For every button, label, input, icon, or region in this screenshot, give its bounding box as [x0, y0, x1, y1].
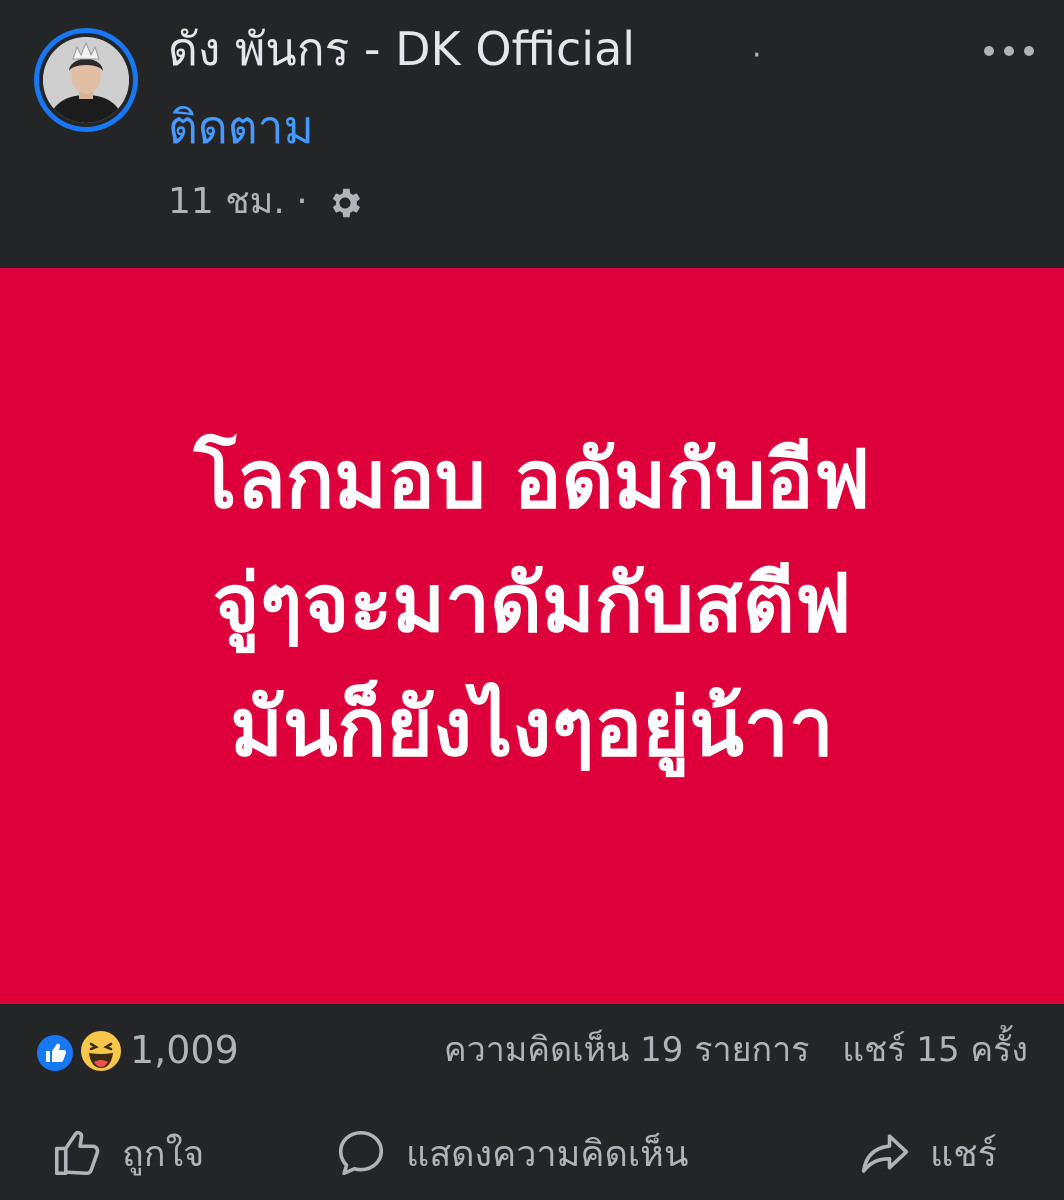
- comment-label: แสดงความคิดเห็น: [406, 1133, 689, 1175]
- more-options-icon[interactable]: [982, 38, 1036, 64]
- like-reaction-icon[interactable]: [34, 1032, 76, 1074]
- comment-count[interactable]: ความคิดเห็น 19 รายการ: [444, 1030, 810, 1070]
- share-label: แชร์: [930, 1133, 997, 1175]
- share-count[interactable]: แชร์ 15 ครั้ง: [842, 1030, 1028, 1070]
- post-image[interactable]: โลกมอบ อดัมกับอีฟ จู่ๆจะมาดัมกับสตีฟ มัน…: [0, 268, 1064, 1004]
- page-name[interactable]: ดัง พันกร - DK Official: [168, 22, 635, 77]
- post-header: ดัง พันกร - DK Official · ติดตาม 11 ชม. …: [0, 0, 1064, 268]
- profile-photo: [43, 37, 129, 123]
- image-text: โลกมอบ อดัมกับอีฟ จู่ๆจะมาดัมกับสตีฟ มัน…: [0, 418, 1064, 790]
- like-label: ถูกใจ: [122, 1133, 205, 1175]
- like-button[interactable]: ถูกใจ: [50, 1126, 204, 1180]
- share-arrow-icon: [861, 1134, 909, 1173]
- image-text-line: จู่ๆจะมาดัมกับสตีฟ: [212, 557, 852, 650]
- follow-link[interactable]: ติดตาม: [168, 100, 314, 155]
- image-text-line: มันก็ยังไงๆอยู่น้าา: [230, 681, 834, 774]
- image-text-line: โลกมอบ อดัมกับอีฟ: [193, 433, 871, 526]
- action-bar: ถูกใจ แสดงความคิดเห็น แชร์: [0, 1104, 1064, 1200]
- engagement-counts: ความคิดเห็น 19 รายการ แชร์ 15 ครั้ง: [444, 1030, 1028, 1071]
- reaction-count[interactable]: 1,009: [130, 1028, 239, 1074]
- comment-bubble-icon: [338, 1130, 384, 1176]
- share-button[interactable]: แชร์: [858, 1126, 997, 1180]
- comment-button[interactable]: แสดงความคิดเห็น: [334, 1126, 688, 1180]
- haha-reaction-icon[interactable]: [78, 1028, 124, 1074]
- thumbs-up-icon: [54, 1130, 100, 1176]
- post-timestamp[interactable]: 11 ชม. ·: [168, 180, 308, 223]
- avatar[interactable]: [34, 28, 138, 132]
- name-separator: ·: [752, 38, 762, 73]
- gear-icon: [332, 188, 361, 218]
- post-stats: 1,009 ความคิดเห็น 19 รายการ แชร์ 15 ครั้…: [0, 1004, 1064, 1104]
